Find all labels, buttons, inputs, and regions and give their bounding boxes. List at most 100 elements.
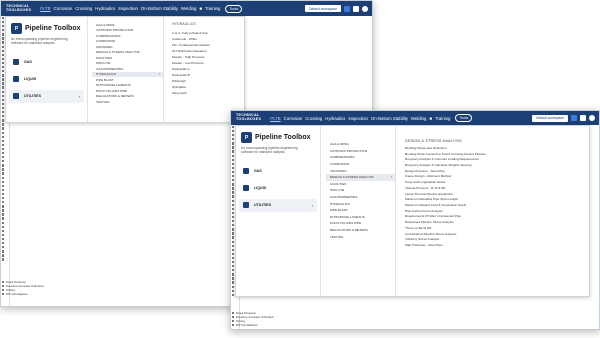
tree-node-icon bbox=[2, 242, 5, 245]
training-icon: ■ bbox=[429, 115, 432, 121]
tree-node-icon bbox=[2, 160, 5, 163]
tree-node-icon bbox=[232, 215, 235, 219]
top-nav-bar: TECHNICAL TOOLBOXES PLTB Corrosion Cross… bbox=[231, 111, 599, 125]
tree-node-icon bbox=[232, 146, 235, 149]
tool-link[interactable]: Wall Thickness - Steel Pipe bbox=[401, 242, 531, 248]
notification-icon[interactable] bbox=[571, 115, 577, 121]
tree-node-icon bbox=[2, 176, 5, 179]
tree-node-icon bbox=[232, 248, 235, 251]
nav-on-bottom-stability[interactable]: On-Bottom Stability bbox=[141, 6, 178, 11]
submenu-item-label: AGA & NPRA bbox=[96, 22, 115, 27]
tree-node-icon bbox=[2, 205, 5, 208]
submenu-item[interactable]: TESTING bbox=[326, 233, 395, 240]
category-utilities[interactable]: UTILITIES › bbox=[9, 89, 84, 103]
submenu-item[interactable]: GAS PROPERTIES bbox=[326, 194, 395, 201]
submenu-item[interactable]: CATHODIC PROTECTION bbox=[326, 148, 395, 155]
submenu-item[interactable]: REGULATORS & METERS bbox=[326, 227, 395, 234]
pipeline-toolbox-logo-icon: P bbox=[241, 132, 252, 143]
tree-node-icon bbox=[232, 236, 235, 239]
sidebar-item[interactable]: WP w/Collapses bbox=[1, 292, 61, 296]
tree-node-icon bbox=[2, 45, 5, 48]
nav-links: PLTB Corrosion Crossing Hydraulics Inspe… bbox=[40, 4, 243, 13]
submenu-item[interactable]: HYDRAULICS bbox=[326, 200, 395, 207]
settings-icon[interactable] bbox=[353, 5, 359, 12]
company-logo[interactable]: TECHNICAL TOOLBOXES bbox=[236, 114, 261, 121]
tree-node-icon bbox=[2, 192, 5, 196]
tools-mega-menu: P Pipeline Toolbox An encompassing pipel… bbox=[5, 16, 245, 123]
tree-node-icon bbox=[232, 281, 235, 284]
nav-crossing[interactable]: Crossing bbox=[305, 116, 322, 121]
sidebar-item-label: WP w/Collapses bbox=[5, 292, 28, 297]
submenu-item-label: REGULATORS & METERS bbox=[96, 94, 134, 99]
nav-inspection[interactable]: Inspection bbox=[348, 116, 368, 121]
nav-corrosion[interactable]: Corrosion bbox=[54, 6, 73, 11]
user-avatar-icon[interactable] bbox=[362, 5, 368, 12]
submenu-item[interactable]: TESTING bbox=[92, 99, 163, 105]
tree-node-icon bbox=[232, 129, 235, 133]
submenu-item[interactable]: DESIGN & STRESS ANALYSIS › bbox=[326, 173, 395, 181]
tools-button[interactable]: Tools bbox=[455, 114, 473, 122]
submenu-item[interactable]: CORROSION bbox=[326, 161, 395, 168]
nav-training[interactable]: Training bbox=[435, 116, 450, 121]
sidebar-row[interactable] bbox=[1, 258, 9, 262]
sidebar-item[interactable]: WP w/Collapses bbox=[231, 323, 291, 327]
notification-icon[interactable] bbox=[344, 5, 350, 12]
submenu-item[interactable]: HDD LITE bbox=[326, 187, 395, 194]
user-avatar-icon[interactable] bbox=[589, 115, 595, 121]
utilities-icon bbox=[243, 202, 249, 209]
category-gas[interactable]: GAS bbox=[9, 56, 84, 69]
nav-training[interactable]: Training bbox=[205, 6, 220, 11]
nav-welding[interactable]: Welding bbox=[181, 6, 196, 11]
submenu-item[interactable]: COMPRESSORS bbox=[326, 154, 395, 161]
nav-on-bottom-stability[interactable]: On-Bottom Stability bbox=[371, 116, 408, 121]
submenu-item[interactable]: CROSSING bbox=[326, 167, 395, 174]
category-liquid[interactable]: LIQUID bbox=[9, 73, 84, 86]
front-window: TECHNICAL TOOLBOXES PLTB Corrosion Cross… bbox=[230, 110, 600, 330]
tree-node-icon bbox=[232, 315, 235, 319]
nav-welding[interactable]: Welding bbox=[411, 116, 426, 121]
nav-pltb[interactable]: PLTB bbox=[40, 6, 50, 11]
menu-brand-column: P Pipeline Toolbox An encompassing pipel… bbox=[6, 17, 88, 122]
submenu-item-label: DESIGN & STRESS ANALYSIS bbox=[330, 175, 374, 180]
submenu-item-label: REGULATORS & METERS bbox=[330, 228, 368, 233]
company-logo[interactable]: TECHNICAL TOOLBOXES bbox=[6, 4, 31, 12]
tree-node-icon bbox=[2, 123, 5, 126]
tools-button[interactable]: Tools bbox=[225, 4, 243, 13]
category-gas[interactable]: GAS bbox=[239, 165, 317, 178]
tree-node-icon bbox=[232, 273, 235, 276]
workspace-select[interactable]: Default workspace bbox=[532, 114, 568, 122]
tree-node-icon bbox=[2, 250, 5, 253]
tree-node-icon bbox=[2, 94, 5, 97]
tree-node-icon bbox=[2, 102, 5, 106]
category-list: GAS LIQUID UTILITIES › bbox=[236, 165, 320, 212]
submenu-item-label: HYDRAULICS bbox=[96, 72, 116, 77]
category-utilities[interactable]: UTILITIES › bbox=[239, 198, 317, 212]
tree-node-icon bbox=[232, 211, 235, 215]
chevron-right-icon: › bbox=[78, 93, 80, 99]
tree-node-icon bbox=[232, 244, 235, 247]
nav-corrosion[interactable]: Corrosion bbox=[284, 116, 303, 121]
tree-node-icon bbox=[232, 269, 235, 272]
submenu-item[interactable]: PLTB MISCELLANEOUS bbox=[326, 214, 395, 221]
nav-crossing[interactable]: Crossing bbox=[75, 6, 92, 11]
submenu-item[interactable]: FACILITIES bbox=[326, 181, 395, 188]
tree-node-icon bbox=[232, 175, 235, 178]
workspace-select[interactable]: Default workspace bbox=[305, 5, 341, 12]
training-icon: ■ bbox=[199, 6, 202, 11]
submenu-item[interactable]: PIPE BLAST bbox=[326, 207, 395, 214]
nav-hydraulics[interactable]: Hydraulics bbox=[325, 116, 345, 121]
nav-pltb[interactable]: PLTB bbox=[270, 116, 280, 121]
submenu-item-label: GAS PROPERTIES bbox=[96, 66, 124, 71]
tree-node-icon bbox=[2, 209, 5, 212]
category-liquid[interactable]: LIQUID bbox=[239, 182, 317, 195]
settings-icon[interactable] bbox=[580, 115, 586, 121]
tree-node-icon bbox=[2, 156, 5, 159]
nav-inspection[interactable]: Inspection bbox=[118, 6, 138, 11]
nav-hydraulics[interactable]: Hydraulics bbox=[95, 6, 115, 11]
tree-node-icon bbox=[2, 289, 5, 292]
submenu-item[interactable]: AGA & NPRA bbox=[326, 141, 395, 148]
menu-brand-column: P Pipeline Toolbox An encompassing pipel… bbox=[236, 126, 321, 296]
tree-node-icon bbox=[2, 147, 5, 151]
tool-link[interactable]: Weymouth bbox=[168, 90, 244, 96]
submenu-item[interactable]: POLICY/FLUIDS PIPE bbox=[326, 220, 395, 227]
